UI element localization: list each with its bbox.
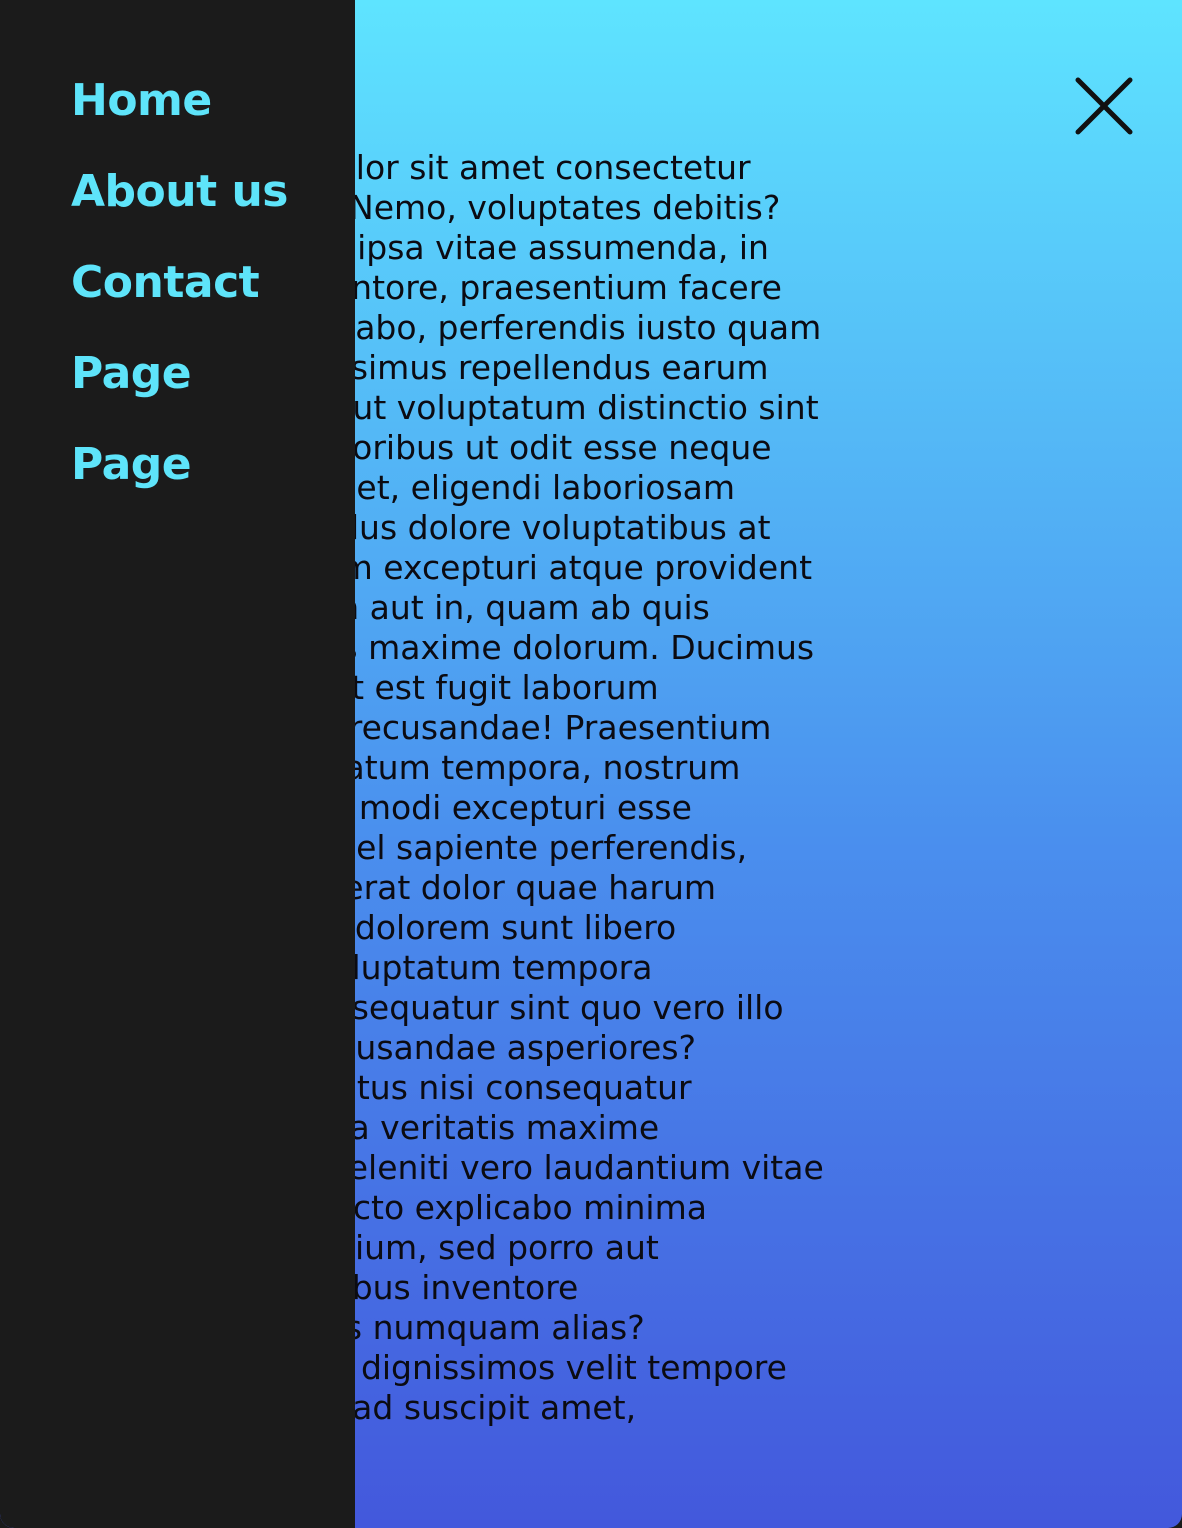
page: Lorem ipsum dolor sit amet consectetur a… bbox=[0, 0, 1182, 1528]
nav-link-about-us[interactable]: About us bbox=[71, 163, 288, 221]
nav-item: Contact bbox=[71, 254, 288, 345]
nav-item: Page bbox=[71, 345, 288, 436]
nav-link-page-2[interactable]: Page bbox=[71, 436, 192, 494]
nav-link-contact[interactable]: Contact bbox=[71, 254, 260, 312]
close-icon bbox=[1075, 77, 1133, 135]
nav-menu: Home About us Contact Page Page bbox=[71, 72, 288, 527]
nav-item: Page bbox=[71, 436, 288, 527]
nav-item: About us bbox=[71, 163, 288, 254]
nav-item: Home bbox=[71, 72, 288, 163]
side-drawer: Home About us Contact Page Page bbox=[0, 0, 355, 1528]
nav-link-home[interactable]: Home bbox=[71, 72, 212, 130]
nav-link-page[interactable]: Page bbox=[71, 345, 192, 403]
close-menu-button[interactable] bbox=[1070, 72, 1138, 140]
